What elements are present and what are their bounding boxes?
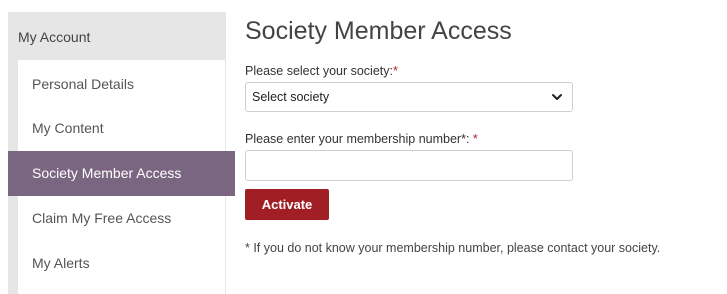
sidebar-item-my-content[interactable]: My Content — [18, 106, 225, 151]
page: My Account Personal Details My Content S… — [0, 0, 727, 294]
sidebar-item-society-member-access[interactable]: Society Member Access — [8, 151, 235, 196]
sidebar-item-claim-free-access[interactable]: Claim My Free Access — [18, 196, 225, 241]
chevron-down-icon — [552, 94, 562, 100]
membership-label: Please enter your membership number*: * — [245, 132, 478, 146]
society-label: Please select your society:* — [245, 64, 398, 78]
sidebar-header: My Account — [18, 29, 91, 45]
activate-button[interactable]: Activate — [245, 189, 329, 220]
help-note: * If you do not know your membership num… — [245, 241, 661, 255]
main-content: Society Member Access Please select your… — [245, 0, 715, 294]
sidebar-item-personal-details[interactable]: Personal Details — [18, 62, 225, 107]
page-title: Society Member Access — [245, 17, 512, 45]
required-mark: * — [393, 64, 398, 78]
membership-number-input[interactable] — [245, 150, 573, 181]
society-label-text: Please select your society: — [245, 64, 393, 78]
required-mark: * — [472, 132, 478, 146]
account-sidebar: My Account Personal Details My Content S… — [8, 12, 235, 294]
society-select-value: Select society — [252, 90, 330, 104]
sidebar-nav: Personal Details My Content Society Memb… — [8, 60, 235, 294]
sidebar-item-my-alerts[interactable]: My Alerts — [18, 241, 225, 286]
society-select[interactable]: Select society — [245, 82, 573, 112]
membership-label-text: Please enter your membership number*: — [245, 132, 473, 146]
